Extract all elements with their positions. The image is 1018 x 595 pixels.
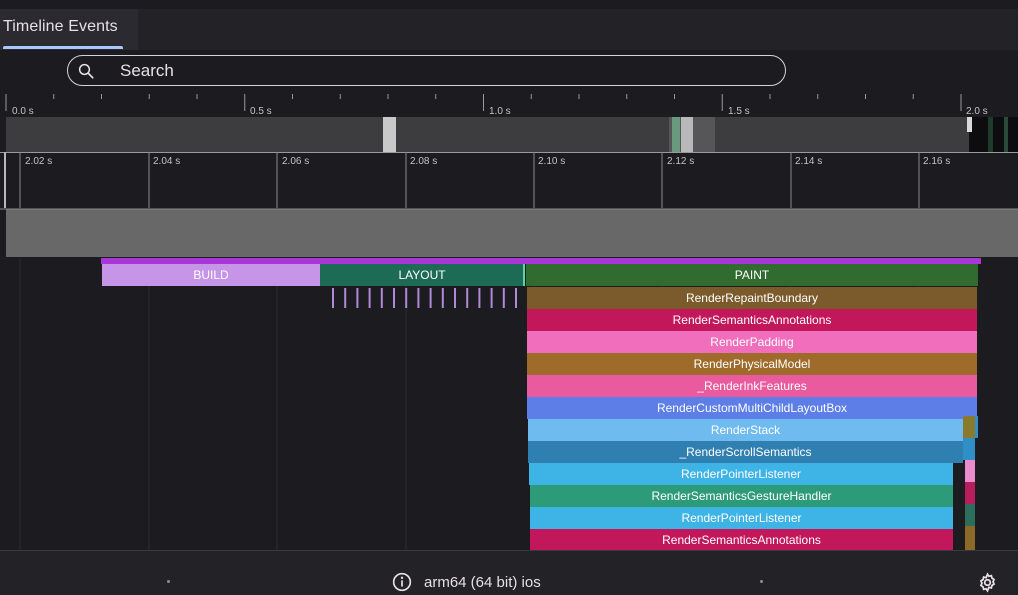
flame-event[interactable]: RenderPointerListener <box>529 463 953 485</box>
flame-event[interactable]: RenderSemanticsAnnotations <box>530 529 953 550</box>
zoom-time-ruler[interactable]: 2.02 s 2.04 s 2.06 s 2.08 s 2.10 s 2.12 … <box>0 152 1018 258</box>
zoom-tick-label: 2.04 s <box>153 156 180 167</box>
search-input[interactable] <box>120 61 720 81</box>
flame-event-label: RenderPointerListener <box>681 511 801 525</box>
zoom-tick-label: 2.08 s <box>410 156 437 167</box>
flame-event[interactable]: RenderRepaintBoundary <box>527 287 977 309</box>
overview-selection-handle[interactable] <box>967 117 972 132</box>
timeline-overview[interactable]: 0.0 s 0.5 s 1.0 s 1.5 s 2.0 s <box>0 94 1018 152</box>
zoom-ruler-chart: 2.02 s 2.04 s 2.06 s 2.08 s 2.10 s 2.12 … <box>0 152 1018 257</box>
tab-label: Timeline Events <box>3 18 118 35</box>
search-icon <box>78 63 94 79</box>
flame-event-label: RenderPhysicalModel <box>694 357 811 371</box>
frame-track-bar[interactable] <box>6 209 1018 257</box>
flame-event-label: _RenderScrollSemantics <box>678 445 811 459</box>
overview-tick-label: 0.5 s <box>250 106 272 117</box>
flame-event[interactable]: RenderPhysicalModel <box>527 353 977 375</box>
overview-frame-marker <box>988 117 993 152</box>
tab-selected-indicator <box>3 46 123 49</box>
overview-frame-marker <box>1004 117 1008 152</box>
overview-frame-marker[interactable] <box>681 117 693 152</box>
flame-event[interactable]: PAINT <box>526 264 978 286</box>
flame-event[interactable]: RenderCustomMultiChildLayoutBox <box>527 397 977 419</box>
zoom-tick-label: 2.14 s <box>795 156 822 167</box>
flame-event-label: LAYOUT <box>398 268 446 282</box>
flame-event-label: RenderSemanticsGestureHandler <box>651 489 831 503</box>
status-bar: arm64 (64 bit) ios <box>0 550 1018 595</box>
zoom-tick-label: 2.02 s <box>25 156 52 167</box>
flame-event-label: RenderCustomMultiChildLayoutBox <box>657 401 847 415</box>
zoom-tick-label: 2.10 s <box>538 156 565 167</box>
zoom-tick-label: 2.06 s <box>282 156 309 167</box>
zoom-tick-label: 2.12 s <box>667 156 694 167</box>
flame-event[interactable]: _RenderScrollSemantics <box>528 441 963 463</box>
search-field[interactable] <box>67 55 786 86</box>
overview-frame-marker[interactable] <box>383 117 396 152</box>
flame-event[interactable]: RenderStack <box>528 419 963 441</box>
flame-event[interactable]: BUILD <box>102 264 320 286</box>
zoom-tick-label: 2.16 s <box>923 156 950 167</box>
flame-event[interactable]: _RenderInkFeatures <box>527 375 977 397</box>
flame-chart-svg: BUILD LAYOUT PAINT RenderRepaintBoundary Ren… <box>0 258 1018 550</box>
info-icon <box>392 572 412 592</box>
overview-chart: 0.0 s 0.5 s 1.0 s 1.5 s 2.0 s <box>0 94 1018 152</box>
flame-event-label: RenderPadding <box>710 335 793 349</box>
flame-event-label: BUILD <box>193 268 229 282</box>
flame-event[interactable]: RenderPadding <box>527 331 977 353</box>
overview-frame-marker[interactable] <box>672 117 680 152</box>
overview-tick-label: 0.0 s <box>12 106 34 117</box>
flame-event-label: RenderSemanticsAnnotations <box>662 533 821 547</box>
overview-selection-region[interactable] <box>969 117 1018 152</box>
flame-event-label: RenderRepaintBoundary <box>686 291 818 305</box>
flame-chart[interactable]: BUILD LAYOUT PAINT RenderRepaintBoundary Ren… <box>0 258 1018 550</box>
flame-event-label: RenderPointerListener <box>681 467 801 481</box>
flame-event[interactable]: RenderSemanticsAnnotations <box>527 309 977 331</box>
search-row <box>0 50 1018 94</box>
settings-gear-icon[interactable] <box>977 572 998 593</box>
flame-event[interactable]: LAYOUT <box>320 264 524 286</box>
overview-tick-label: 1.0 s <box>489 106 511 117</box>
overview-tick-label: 1.5 s <box>728 106 750 117</box>
tab-timeline-events[interactable]: Timeline Events <box>0 9 138 50</box>
flame-event[interactable]: RenderPointerListener <box>530 507 953 529</box>
tab-bar: Timeline Events <box>0 9 1018 50</box>
device-label: arm64 (64 bit) ios <box>424 574 541 591</box>
flame-parent-bar[interactable] <box>101 258 981 264</box>
flame-event-label: RenderStack <box>711 423 781 437</box>
overview-tick-label: 2.0 s <box>966 106 988 117</box>
flame-event-label: _RenderInkFeatures <box>696 379 806 393</box>
flame-event-label: PAINT <box>735 268 770 282</box>
flame-event[interactable]: RenderSemanticsGestureHandler <box>530 485 953 507</box>
status-separator-dot <box>760 580 763 583</box>
status-separator-dot <box>167 580 170 583</box>
overview-track <box>6 117 1018 152</box>
flame-event-label: RenderSemanticsAnnotations <box>673 313 832 327</box>
